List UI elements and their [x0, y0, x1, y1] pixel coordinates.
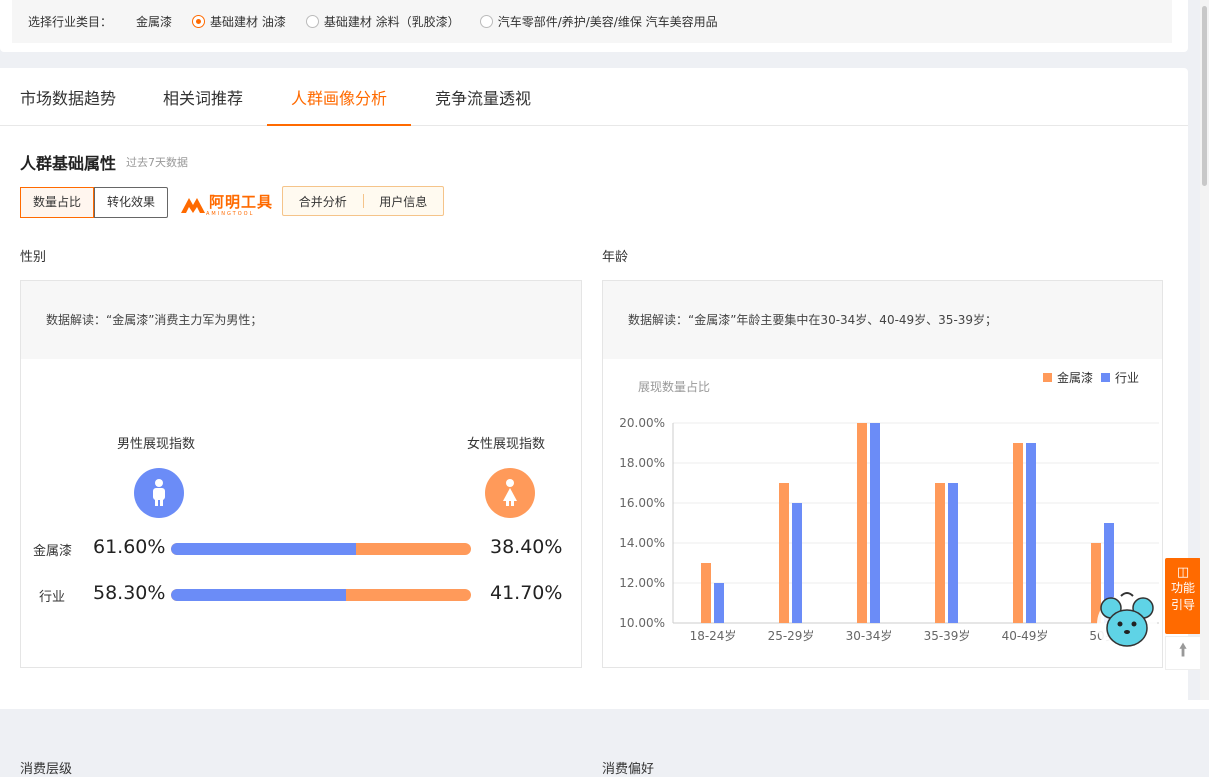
x-tick-label: 18-24岁 [690, 628, 737, 643]
segment-conversion[interactable]: 转化效果 [94, 188, 167, 217]
radio-option-2[interactable]: 基础建材 涂料（乳胶漆） [305, 13, 460, 30]
male-pct-product: 61.60% [93, 536, 166, 558]
gender-label: 性别 [20, 250, 47, 265]
bar-industry [870, 423, 880, 623]
tab-related-words[interactable]: 相关词推荐 [163, 68, 243, 126]
female-pct-industry: 41.70% [490, 582, 563, 604]
radio-checked-icon [192, 15, 206, 28]
male-share-fill [171, 589, 346, 601]
radio-unchecked-icon [305, 15, 319, 28]
tab-bar: 市场数据趋势 相关词推荐 人群画像分析 竞争流量透视 [0, 68, 1188, 126]
action-group: 合并分析 用户信息 [282, 186, 444, 216]
age-bar-chart: 展现数量占比 10.00% 12.00% 14.00% 16.00% 18.00% 20.0… [619, 370, 1159, 643]
radio-option-3[interactable]: 汽车零部件/养护/美容/维保 汽车美容用品 [479, 13, 718, 30]
row-label-industry: 行业 [39, 590, 66, 605]
y-tick-label: 14.00% [619, 536, 665, 550]
y-tick-label: 18.00% [619, 456, 665, 470]
bar-industry [792, 503, 802, 623]
logo-subtext: AMINGTOOL [206, 211, 255, 217]
amingtool-logo: 阿明工具 AMINGTOOL [180, 192, 273, 217]
gender-bar-industry [171, 589, 471, 601]
filter-category: 金属漆 [136, 15, 173, 29]
bar-product [701, 563, 711, 623]
x-tick-label: 25-29岁 [768, 628, 815, 643]
filter-bar-inner: 选择行业类目： 金属漆 基础建材 油漆 基础建材 涂料（乳胶漆） 汽车零部件/养… [12, 0, 1172, 43]
y-tick-label: 12.00% [619, 576, 665, 590]
tab-market-trend[interactable]: 市场数据趋势 [20, 68, 116, 126]
consumption-pref-label: 消费偏好 [602, 762, 655, 777]
row-label-product: 金属漆 [33, 544, 73, 559]
radio-unchecked-icon [479, 15, 493, 28]
bar-industry [714, 583, 724, 623]
bar-industry [1026, 443, 1036, 623]
legend-swatch [1043, 373, 1052, 382]
segment-quantity-share[interactable]: 数量占比 [20, 187, 95, 218]
legend-label: 行业 [1115, 371, 1139, 385]
status-strip [0, 700, 1209, 709]
bar-product [935, 483, 945, 623]
merge-analysis-button[interactable]: 合并分析 [283, 193, 363, 210]
legend-label: 金属漆 [1057, 370, 1093, 385]
female-icon [485, 468, 535, 518]
filter-label: 选择行业类目： [28, 15, 113, 29]
radio-option-label: 基础建材 涂料（乳胶漆） [323, 15, 460, 29]
age-card: 数据解读：“金属漆”年龄主要集中在30-34岁、40-49岁、35-39岁； 展… [602, 280, 1163, 668]
x-tick-label: 30-34岁 [846, 628, 893, 643]
guide-label-2: 引导 [1170, 598, 1195, 612]
book-icon: ◫ [1176, 565, 1190, 580]
assistant-mascot-icon[interactable] [1093, 588, 1161, 658]
bar-product [857, 423, 867, 623]
legend-swatch [1101, 373, 1110, 382]
y-tick-label: 10.00% [619, 616, 665, 630]
y-axis-title: 展现数量占比 [638, 379, 710, 394]
age-label: 年龄 [602, 250, 629, 265]
male-pct-industry: 58.30% [93, 582, 166, 604]
male-icon [134, 468, 184, 518]
metric-segment: 数量占比 转化效果 [20, 187, 169, 218]
scrollbar-thumb[interactable] [1202, 6, 1207, 186]
age-note: 数据解读：“金属漆”年龄主要集中在30-34岁、40-49岁、35-39岁； [603, 281, 1162, 359]
bar-product [779, 483, 789, 623]
radio-option-label: 汽车零部件/养护/美容/维保 汽车美容用品 [497, 15, 718, 29]
logo-text: 阿明工具 [209, 193, 274, 211]
male-share-fill [171, 543, 356, 555]
consumption-level-label: 消费层级 [20, 762, 73, 777]
filter-bar: 选择行业类目： 金属漆 基础建材 油漆 基础建材 涂料（乳胶漆） 汽车零部件/养… [0, 0, 1188, 52]
radio-option-1[interactable]: 基础建材 油漆 [192, 13, 286, 30]
bar-industry [948, 483, 958, 623]
gender-note: 数据解读：“金属漆”消费主力军为男性； [21, 281, 581, 359]
logo-mark-icon [181, 197, 205, 213]
gender-card: 数据解读：“金属漆”消费主力军为男性； 男性展现指数 女性展现指数 金属漆 61… [20, 280, 582, 668]
feature-guide-button[interactable]: ◫ 功能 引导 [1165, 558, 1201, 634]
section-title: 人群基础属性 [20, 154, 117, 173]
section-subtitle: 过去7天数据 [126, 156, 188, 169]
female-index-title: 女性展现指数 [467, 437, 546, 452]
guide-label-1: 功能 [1170, 581, 1195, 595]
main-panel: 市场数据趋势 相关词推荐 人群画像分析 竞争流量透视 人群基础属性 过去7天数据… [0, 68, 1188, 777]
gender-bar-product [171, 543, 471, 555]
y-tick-label: 16.00% [619, 496, 665, 510]
scrollbar[interactable] [1200, 0, 1209, 709]
bar-product [1013, 443, 1023, 623]
tab-competition-flow[interactable]: 竞争流量透视 [435, 68, 531, 126]
x-tick-label: 40-49岁 [1002, 628, 1049, 643]
user-info-button[interactable]: 用户信息 [364, 193, 444, 210]
tab-audience-portrait[interactable]: 人群画像分析 [267, 68, 412, 126]
x-tick-label: 35-39岁 [924, 628, 971, 643]
back-to-top-button[interactable]: 🠙 [1165, 636, 1201, 670]
male-index-title: 男性展现指数 [117, 437, 196, 452]
arrow-up-icon: 🠙 [1178, 640, 1188, 661]
y-tick-label: 20.00% [619, 416, 665, 430]
female-pct-product: 38.40% [490, 536, 563, 558]
radio-option-label: 基础建材 油漆 [210, 15, 286, 29]
